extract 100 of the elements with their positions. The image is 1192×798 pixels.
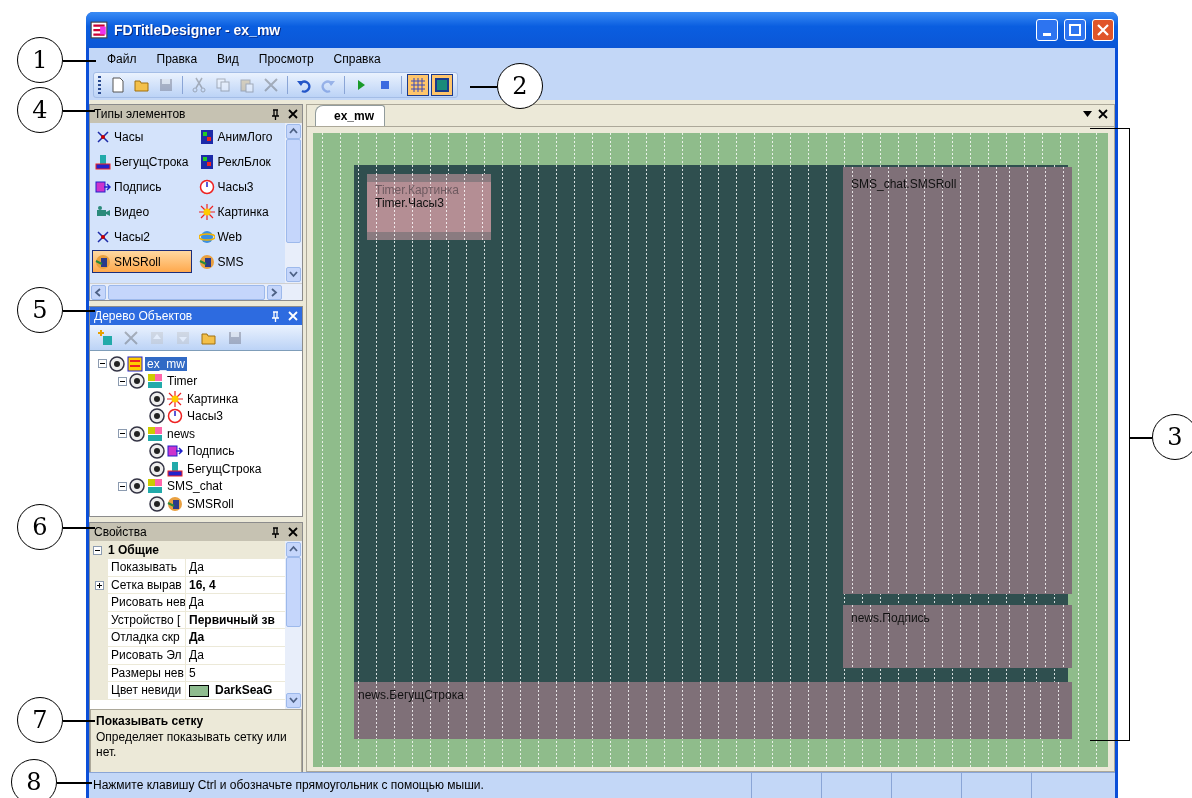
close-icon[interactable]	[1098, 108, 1108, 119]
tree-item[interactable]: ex_mw	[145, 356, 187, 371]
pin-icon[interactable]	[271, 108, 280, 120]
element-type-item[interactable]: SMSRoll	[92, 250, 192, 273]
menu-item[interactable]: Вид	[209, 52, 251, 66]
callout-number: 3	[1152, 414, 1192, 460]
panel-title: Типы элементов	[94, 107, 187, 121]
minimize-button[interactable]	[1036, 19, 1058, 41]
tree-item[interactable]: Картинка	[185, 391, 241, 406]
property-value[interactable]: Да	[186, 559, 285, 576]
dropdown-icon[interactable]	[1083, 110, 1092, 117]
element-type-item[interactable]: Подпись	[92, 175, 192, 198]
toolbar-button[interactable]	[431, 74, 453, 96]
element-type-item[interactable]: БегущСтрока	[92, 150, 192, 173]
leader-line	[63, 60, 96, 62]
visibility-icon[interactable]	[149, 460, 165, 477]
menu-item[interactable]: Справка	[325, 52, 393, 66]
scene-icon	[127, 355, 143, 372]
property-value[interactable]: Первичный зв	[186, 611, 285, 629]
property-name: Размеры нев	[108, 664, 186, 682]
tree-item[interactable]: news	[165, 426, 197, 441]
property-name: Сетка вырав	[108, 576, 186, 594]
property-value[interactable]: DarkSeaG	[186, 682, 285, 700]
visibility-icon[interactable]	[149, 443, 165, 460]
toolbar-button[interactable]	[407, 74, 429, 96]
visibility-icon[interactable]	[149, 495, 165, 512]
callout-number: 1	[17, 37, 63, 83]
element-type-item[interactable]: Часы3	[195, 175, 281, 198]
close-icon[interactable]	[288, 109, 298, 119]
element-caption: Timer.Часы3	[375, 196, 444, 210]
collapse-toggle[interactable]	[118, 376, 127, 386]
tree-item[interactable]: SMS_chat	[165, 479, 225, 494]
delete-icon	[263, 77, 279, 93]
visibility-icon[interactable]	[129, 478, 145, 495]
collapse-toggle[interactable]	[98, 359, 107, 369]
tree-item[interactable]: SMSRoll	[185, 496, 236, 511]
minimize-icon	[1043, 32, 1051, 36]
design-canvas[interactable]: Timer.Картинка Timer.Часы3 SMS_chat.SMSRoll news.Подпись news.БегущСтрока	[313, 133, 1108, 767]
document-tab[interactable]: ex_mw	[315, 105, 386, 126]
leader-line	[63, 527, 95, 529]
element-type-item[interactable]: Часы2	[92, 225, 192, 248]
canvas-element[interactable]: news.Подпись	[843, 605, 1072, 668]
horizontal-scrollbar[interactable]	[90, 283, 302, 300]
canvas-element[interactable]: SMS_chat.SMSRoll	[843, 167, 1072, 594]
group-icon	[147, 478, 163, 495]
visibility-icon[interactable]	[149, 408, 165, 425]
close-icon[interactable]	[288, 527, 298, 537]
phone-icon	[95, 253, 111, 270]
canvas-element[interactable]: Timer.Картинка Timer.Часы3	[367, 174, 491, 240]
element-type-item[interactable]: Web	[195, 225, 281, 248]
property-value[interactable]: Да	[186, 646, 285, 664]
visibility-icon[interactable]	[149, 390, 165, 407]
visibility-icon[interactable]	[109, 355, 125, 372]
menu-item[interactable]: Файл	[99, 52, 149, 66]
leader-line	[63, 310, 95, 312]
property-value[interactable]: 5	[186, 664, 285, 682]
maximize-button[interactable]	[1064, 19, 1086, 41]
leader-line	[63, 720, 95, 722]
element-type-item[interactable]: Часы	[92, 125, 192, 148]
pin-icon[interactable]	[271, 526, 280, 538]
element-type-item[interactable]: РеклБлок	[195, 150, 281, 173]
property-value[interactable]: Да	[186, 629, 285, 647]
callout-number: 8	[11, 759, 57, 798]
callout-number: 6	[17, 504, 63, 550]
menu-item[interactable]: Правка	[148, 52, 210, 66]
move-up-icon	[149, 329, 165, 346]
element-caption: news.Подпись	[851, 611, 930, 625]
redo-icon	[320, 77, 336, 93]
close-button[interactable]	[1092, 19, 1114, 41]
collapse-toggle[interactable]	[118, 481, 127, 491]
element-type-item[interactable]: Видео	[92, 200, 192, 223]
element-caption: news.БегущСтрока	[358, 688, 464, 702]
collapse-toggle[interactable]	[93, 545, 102, 555]
element-caption: Timer.Картинка	[375, 183, 459, 197]
clock-icon	[95, 228, 111, 245]
collapse-toggle[interactable]	[118, 429, 127, 439]
caption-icon	[167, 443, 183, 460]
menu-item[interactable]: Просмотр	[250, 52, 326, 66]
status-text: Нажмите клавишу Ctrl и обозначьте прямоугольник с помощью мыши.	[92, 777, 485, 794]
leader-line	[470, 86, 497, 88]
grid-icon	[410, 77, 426, 93]
canvas-element[interactable]: news.БегущСтрока	[354, 682, 1072, 739]
vertical-scrollbar[interactable]	[285, 123, 302, 283]
property-value[interactable]: Да	[186, 594, 285, 612]
phone-icon	[167, 495, 183, 512]
group-icon	[147, 373, 163, 390]
tree-item[interactable]: Подпись	[185, 444, 237, 459]
property-name: Цвет невиди	[108, 682, 186, 700]
expand-toggle[interactable]	[94, 580, 104, 590]
property-value[interactable]: 16, 4	[186, 576, 285, 594]
vertical-scrollbar[interactable]	[285, 541, 302, 709]
visibility-icon[interactable]	[129, 373, 145, 390]
globe-icon	[198, 228, 215, 245]
visibility-icon[interactable]	[129, 425, 145, 442]
tree-item[interactable]: Часы3	[185, 409, 225, 424]
element-type-item[interactable]: SMS	[195, 250, 281, 273]
tree-item[interactable]: БегущСтрока	[185, 461, 264, 476]
tree-item[interactable]: Timer	[165, 374, 200, 389]
element-type-item[interactable]: Картинка	[195, 200, 281, 223]
element-type-item[interactable]: АнимЛого	[195, 125, 281, 148]
